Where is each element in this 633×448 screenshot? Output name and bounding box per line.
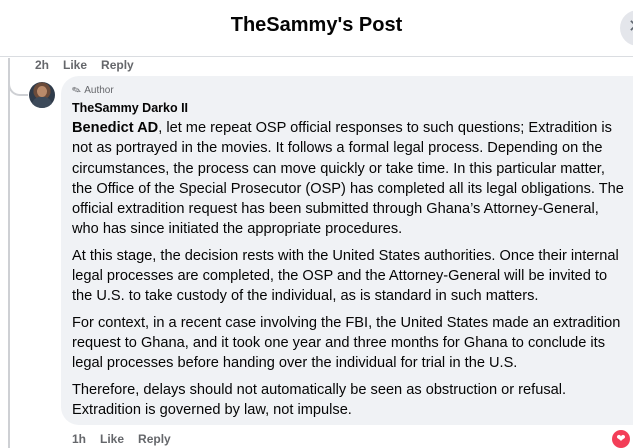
like-button[interactable]: Like — [100, 432, 124, 446]
thread-line — [8, 58, 10, 448]
like-button[interactable]: Like — [63, 58, 87, 72]
comment-time[interactable]: 1h — [72, 432, 86, 446]
author-badge: ✎ Author — [70, 83, 114, 99]
pen-icon: ✎ — [70, 83, 84, 99]
comment-body: Benedict AD, let me repeat OSP official … — [72, 118, 628, 426]
reply-button[interactable]: Reply — [138, 432, 171, 446]
comment-time[interactable]: 2h — [35, 58, 49, 72]
comment-paragraph: Benedict AD, let me repeat OSP official … — [72, 120, 624, 238]
commenter-name[interactable]: TheSammy Darko II — [72, 101, 188, 115]
post-title: TheSammy's Post — [230, 14, 403, 36]
thread-connector — [8, 74, 28, 96]
reply-button[interactable]: Reply — [101, 58, 134, 72]
avatar[interactable] — [29, 82, 55, 108]
post-header: TheSammy's Post ✕ — [0, 0, 633, 57]
heart-icon[interactable]: ❤ — [612, 430, 630, 448]
comment-paragraph: For context, in a recent case involving … — [72, 314, 621, 372]
comment-paragraph: At this stage, the decision rests with t… — [72, 247, 619, 305]
previous-comment-meta: 2h Like Reply — [35, 58, 148, 72]
close-icon: ✕ — [628, 16, 633, 37]
comment-paragraph: Therefore, delays should not automatical… — [72, 381, 567, 418]
comment-meta: 1h Like Reply — [72, 432, 185, 446]
mention-link[interactable]: Benedict AD — [72, 120, 158, 136]
author-badge-label: Author — [84, 85, 114, 96]
